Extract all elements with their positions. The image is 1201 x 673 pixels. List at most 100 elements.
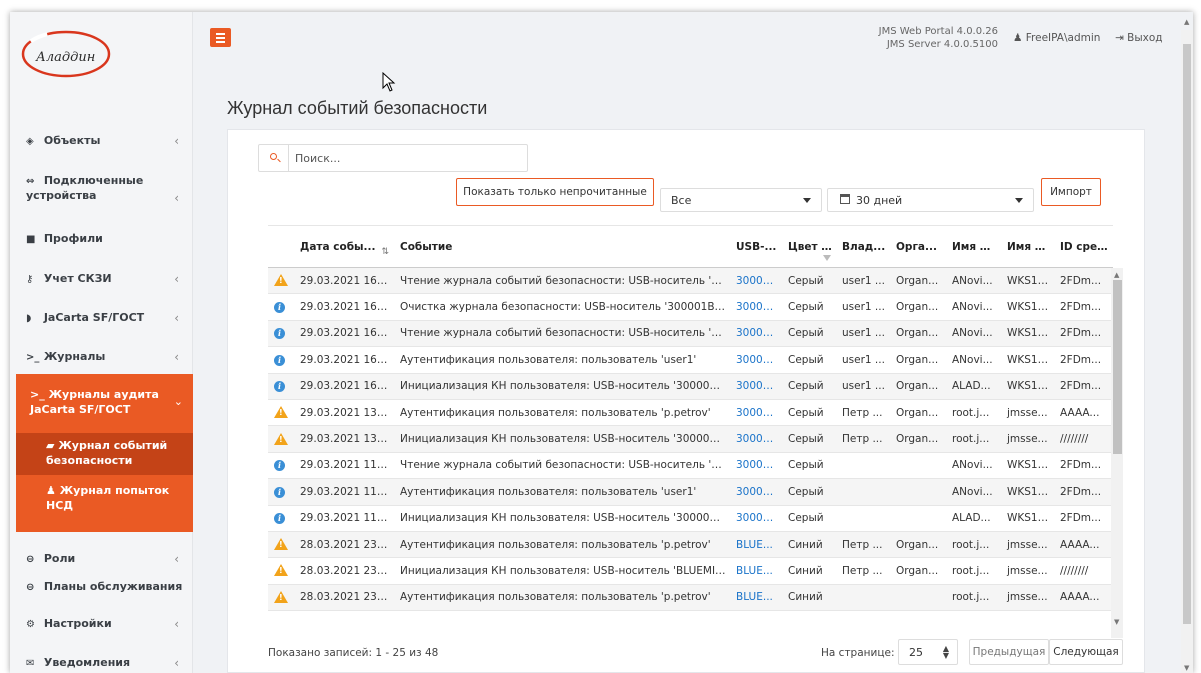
usb-cell[interactable]: 30000...	[731, 320, 783, 348]
mouse-cursor-icon	[382, 72, 396, 92]
updown-icon: ▲ ▼	[942, 644, 949, 660]
sidebar-group-audit-journals[interactable]: >_ Журналы аудита JaCarta SF/ГОСТ ⌄ ▰ Жур…	[16, 374, 193, 532]
search-icon[interactable]	[259, 145, 289, 171]
table-row[interactable]: i 29.03.2021 16:3... Чтение журнала событи…	[268, 320, 1113, 348]
usb-cell[interactable]: 30000...	[731, 478, 783, 506]
username-cell: ANovi...	[947, 293, 1002, 321]
date-cell: 29.03.2021 13:1...	[295, 425, 395, 453]
scroll-down-icon[interactable]: ▼	[1114, 618, 1119, 626]
table-row[interactable]: i 29.03.2021 11:4... Аутентификация пользо…	[268, 478, 1113, 506]
usb-cell[interactable]: BLUE...	[731, 584, 783, 612]
sidebar-item-roles[interactable]: ⊖ Роли ‹	[10, 544, 193, 574]
col-header-username[interactable]: Имя п...	[947, 225, 1002, 268]
window-scrollbar-thumb[interactable]	[1183, 44, 1191, 624]
date-cell: 29.03.2021 11:4...	[295, 505, 395, 532]
chevron-left-icon: ‹	[174, 191, 179, 205]
user-menu[interactable]: ♟ FreeIPA\admin	[1013, 32, 1100, 44]
table-row[interactable]: i 29.03.2021 11:4... Чтение журнала событи…	[268, 452, 1113, 480]
hamburger-icon-bar	[216, 41, 225, 43]
table-row[interactable]: 28.03.2021 23:2...Аутентификация пользов…	[268, 584, 1113, 612]
logout-link[interactable]: ⇥ Выход	[1115, 32, 1163, 44]
usb-cell[interactable]: 30000...	[731, 346, 783, 374]
user-icon: ♟	[1013, 32, 1023, 44]
chevron-left-icon: ‹	[174, 311, 179, 325]
table-row[interactable]: 28.03.2021 23:2...Инициализация КН польз…	[268, 557, 1113, 585]
usb-cell[interactable]: 30000...	[731, 425, 783, 453]
owner-cell	[837, 478, 891, 506]
usb-cell[interactable]: 30000...	[731, 373, 783, 400]
event-filter-select[interactable]: Все	[660, 188, 822, 212]
diamond-icon: ◈	[26, 136, 34, 147]
usb-cell[interactable]: 30000...	[731, 267, 783, 295]
table-row[interactable]: 29.03.2021 13:1...Аутентификация пользов…	[268, 399, 1113, 427]
sidebar-item-profiles[interactable]: ■ Профили	[10, 224, 193, 254]
table-row[interactable]: 28.03.2021 23:2...Аутентификация пользов…	[268, 531, 1113, 559]
previous-page-button[interactable]: Предыдущая	[969, 639, 1049, 665]
col-header-type[interactable]	[268, 225, 295, 268]
sidebar-item-label: Журнал попыток	[59, 484, 170, 497]
sidebar-item-security-log[interactable]: ▰ Журнал событий безопасности	[16, 433, 193, 475]
events-table-body: 29.03.2021 16:3...Чтение журнала событий…	[268, 267, 1113, 612]
media-id-cell: 2FDm...	[1055, 478, 1113, 506]
usb-cell[interactable]: 30000...	[731, 505, 783, 532]
table-row[interactable]: 29.03.2021 16:3...Чтение журнала событий…	[268, 267, 1113, 295]
media-id-cell: 2FDm...	[1055, 373, 1113, 400]
sort-icon[interactable]: ⇅	[381, 247, 389, 257]
col-header-event[interactable]: Событие	[395, 225, 731, 268]
next-page-button[interactable]: Следующая	[1049, 639, 1123, 665]
col-header-color[interactable]: Цвет ...	[783, 225, 837, 268]
sidebar-item-skzi[interactable]: ⚷ Учет СКЗИ ‹	[10, 264, 193, 294]
sidebar-item-objects[interactable]: ◈ Объекты ‹	[10, 126, 193, 156]
warning-icon	[274, 538, 288, 551]
computer-cell: WKS171	[1002, 267, 1055, 295]
table-row[interactable]: i 29.03.2021 16:3... Инициализация КН поль…	[268, 373, 1113, 400]
table-row[interactable]: i 29.03.2021 11:4... Инициализация КН поль…	[268, 505, 1113, 532]
usb-cell[interactable]: 30000...	[731, 293, 783, 321]
col-header-media-id[interactable]: ID сре...	[1055, 225, 1113, 268]
sidebar-item-nsd-log[interactable]: ♟ Журнал попыток НСД	[16, 475, 193, 532]
col-header-computer[interactable]: Имя к...	[1002, 225, 1055, 268]
search-input[interactable]	[295, 150, 515, 166]
sidebar-item-settings[interactable]: ⚙ Настройки ‹	[10, 609, 193, 639]
owner-cell: user1 ...	[837, 267, 891, 295]
col-header-org[interactable]: Орга...	[891, 225, 947, 268]
scroll-up-icon[interactable]: ▲	[1184, 18, 1189, 26]
col-header-date[interactable]: Дата собы... ⇅	[295, 225, 395, 268]
usb-cell[interactable]: BLUE...	[731, 531, 783, 559]
sidebar-item-maintenance-plans[interactable]: ⊖ Планы обслуживания	[10, 572, 193, 602]
period-select[interactable]: 30 дней	[827, 188, 1034, 212]
envelope-icon: ✉	[26, 658, 35, 669]
sidebar-item-jacarta[interactable]: ◗ JaCarta SF/ГОСТ ‹	[10, 303, 193, 333]
period-value: 30 дней	[856, 194, 903, 207]
usb-cell[interactable]: 30000...	[731, 399, 783, 427]
key-icon: ⚷	[26, 274, 34, 285]
scroll-down-icon[interactable]: ▼	[1184, 664, 1189, 672]
event-type-cell: i	[268, 346, 295, 374]
usb-cell[interactable]: BLUE...	[731, 557, 783, 585]
table-row[interactable]: 29.03.2021 13:1...Инициализация КН польз…	[268, 425, 1113, 453]
sidebar-item-connected-devices[interactable]: ⇔ Подключенные устройства ‹	[10, 170, 193, 208]
logout-label: Выход	[1127, 32, 1163, 44]
version-info: JMS Web Portal 4.0.0.26 JMS Server 4.0.0…	[838, 25, 998, 51]
col-header-usb[interactable]: USB-...	[731, 225, 783, 268]
table-row[interactable]: i 29.03.2021 16:3... Аутентификация пользо…	[268, 346, 1113, 374]
color-cell: Синий	[783, 531, 837, 559]
table-scrollbar-thumb[interactable]	[1113, 280, 1122, 454]
event-filter-value: Все	[671, 194, 692, 207]
show-unread-button[interactable]: Показать только непрочитанные	[456, 178, 654, 206]
sidebar-item-journals[interactable]: >_ Журналы ‹	[10, 342, 193, 372]
chevron-left-icon: ‹	[174, 552, 179, 566]
per-page-select[interactable]: 25 ▲ ▼	[898, 639, 958, 665]
menu-toggle-button[interactable]	[210, 28, 231, 47]
scroll-up-icon[interactable]: ▲	[1114, 271, 1119, 279]
sidebar-item-notifications[interactable]: ✉ Уведомления ‹	[10, 648, 193, 673]
usb-cell[interactable]: 30000...	[731, 452, 783, 480]
server-version: JMS Server 4.0.0.5100	[886, 39, 998, 50]
event-type-cell: i	[268, 452, 295, 480]
col-header-owner[interactable]: Влад...	[837, 225, 891, 268]
table-row[interactable]: i 29.03.2021 16:3... Очистка журнала безоп…	[268, 293, 1113, 321]
owner-cell: user1 ...	[837, 293, 891, 321]
import-button[interactable]: Импорт	[1041, 178, 1101, 206]
filter-icon[interactable]	[823, 255, 831, 261]
username-cell: root.j...	[947, 531, 1002, 559]
